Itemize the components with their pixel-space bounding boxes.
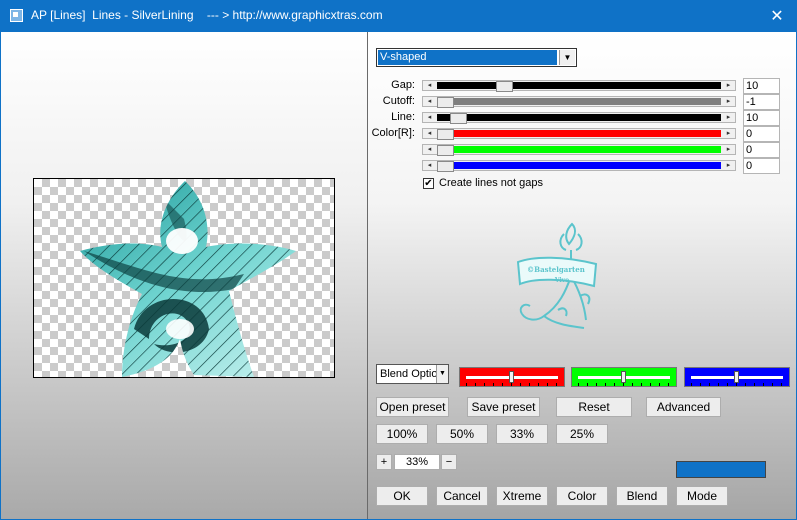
slider-track-gap[interactable]: [437, 81, 721, 92]
color-slider-ticks-red: [466, 383, 558, 386]
zoom-out-button[interactable]: −: [441, 454, 457, 470]
reset-button[interactable]: Reset: [556, 397, 632, 417]
zoom-value-field[interactable]: 33%: [394, 454, 440, 470]
blend-options-select[interactable]: Blend Optio ▼: [376, 364, 449, 384]
slider-thumb-gap[interactable]: [496, 81, 513, 92]
slider-value-color-b[interactable]: 0: [743, 158, 780, 174]
cancel-button[interactable]: Cancel: [436, 486, 488, 506]
slider-value-cutoff[interactable]: -1: [743, 94, 780, 110]
mode-select-value: V-shaped: [378, 50, 557, 65]
slider-value-gap[interactable]: 10: [743, 78, 780, 94]
chevron-left-icon[interactable]: ◂: [423, 113, 436, 122]
color-slider-ticks-green: [578, 383, 670, 386]
slider-track-line[interactable]: [437, 113, 721, 124]
slider-value-line[interactable]: 10: [743, 110, 780, 126]
zoom-25-button[interactable]: 25%: [556, 424, 608, 444]
slider-thumb-cutoff[interactable]: [437, 97, 454, 108]
chevron-right-icon[interactable]: ▸: [722, 97, 735, 106]
color-slider-thumb-blue[interactable]: [734, 371, 739, 383]
slider-thumb-line[interactable]: [450, 113, 467, 124]
chevron-left-icon[interactable]: ◂: [423, 81, 436, 90]
slider-track-cutoff[interactable]: [437, 97, 721, 108]
color-slider-thumb-red[interactable]: [509, 371, 514, 383]
chevron-left-icon[interactable]: ◂: [423, 97, 436, 106]
chevron-right-icon[interactable]: ▸: [722, 161, 735, 170]
color-slider-ticks-blue: [691, 383, 783, 386]
slider-thumb-color-b[interactable]: [437, 161, 454, 172]
slider-label-gap: Gap:: [391, 79, 415, 91]
chevron-right-icon[interactable]: ▸: [722, 113, 735, 122]
slider-cutoff[interactable]: ◂ ▸: [422, 96, 736, 108]
slider-label-cutoff: Cutoff:: [382, 95, 415, 107]
slider-label-line: Line:: [391, 111, 415, 123]
chevron-down-icon[interactable]: ▼: [436, 365, 448, 383]
zoom-100-button[interactable]: 100%: [376, 424, 428, 444]
chevron-left-icon[interactable]: ◂: [423, 129, 436, 138]
slider-value-color-g[interactable]: 0: [743, 142, 780, 158]
color-button[interactable]: Color: [556, 486, 608, 506]
app-icon: [10, 9, 23, 22]
open-preset-button[interactable]: Open preset: [376, 397, 449, 417]
advanced-button[interactable]: Advanced: [646, 397, 721, 417]
create-lines-label: Create lines not gaps: [439, 177, 543, 189]
close-icon[interactable]: ✕: [757, 0, 797, 32]
zoom-50-button[interactable]: 50%: [436, 424, 488, 444]
chevron-down-icon[interactable]: ▼: [559, 50, 575, 65]
slider-track-color-b[interactable]: [437, 161, 721, 172]
slider-color-r[interactable]: ◂ ▸: [422, 128, 736, 140]
logo-text-line1: ©Bastelgarten: [527, 265, 585, 274]
blend-button[interactable]: Blend: [616, 486, 668, 506]
slider-line[interactable]: ◂ ▸: [422, 112, 736, 124]
chevron-right-icon[interactable]: ▸: [722, 129, 735, 138]
slider-thumb-color-g[interactable]: [437, 145, 454, 156]
chevron-left-icon[interactable]: ◂: [423, 161, 436, 170]
zoom-33-button[interactable]: 33%: [496, 424, 548, 444]
preview-star-image: [80, 181, 296, 377]
slider-thumb-color-r[interactable]: [437, 129, 454, 140]
color-slider-blue[interactable]: [684, 367, 790, 387]
create-lines-checkbox[interactable]: ✔: [423, 177, 434, 189]
color-slider-thumb-green[interactable]: [621, 371, 626, 383]
slider-track-color-g[interactable]: [437, 145, 721, 156]
blend-options-value: Blend Optio: [380, 368, 438, 380]
slider-color-g[interactable]: ◂ ▸: [422, 144, 736, 156]
slider-color-b[interactable]: ◂ ▸: [422, 160, 736, 172]
save-preset-button[interactable]: Save preset: [467, 397, 540, 417]
window-title: AP [Lines] Lines - SilverLining --- > ht…: [31, 8, 383, 22]
xtreme-button[interactable]: Xtreme: [496, 486, 548, 506]
mode-button[interactable]: Mode: [676, 486, 728, 506]
slider-gap[interactable]: ◂ ▸: [422, 80, 736, 92]
bastelgarten-logo: ©Bastelgarten Vivo: [516, 222, 598, 329]
ok-button[interactable]: OK: [376, 486, 428, 506]
preview-canvas[interactable]: [33, 178, 335, 378]
slider-track-color-r[interactable]: [437, 129, 721, 140]
color-slider-red[interactable]: [459, 367, 565, 387]
slider-label-color-r: Color[R]:: [371, 127, 415, 139]
chevron-right-icon[interactable]: ▸: [722, 145, 735, 154]
chevron-right-icon[interactable]: ▸: [722, 81, 735, 90]
mode-select[interactable]: V-shaped ▼: [376, 48, 577, 67]
create-lines-checkbox-row[interactable]: ✔ Create lines not gaps: [423, 177, 543, 189]
title-bar: AP [Lines] Lines - SilverLining --- > ht…: [0, 0, 797, 32]
color-swatch[interactable]: [676, 461, 766, 478]
slider-value-color-r[interactable]: 0: [743, 126, 780, 142]
color-slider-green[interactable]: [571, 367, 677, 387]
chevron-left-icon[interactable]: ◂: [423, 145, 436, 154]
logo-text-line2: Vivo: [554, 277, 569, 284]
zoom-in-button[interactable]: +: [376, 454, 392, 470]
